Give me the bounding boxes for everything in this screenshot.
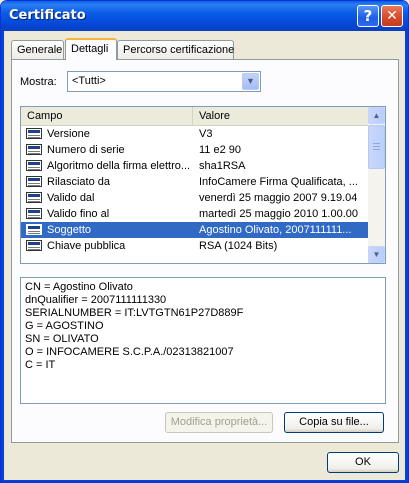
certificate-field-icon [26,240,42,251]
field-name: Valido dal [47,192,95,204]
close-button[interactable]: ✕ [381,5,403,27]
table-row[interactable]: Numero di serie 11 e2 90 [21,142,368,158]
listview-header: Campo Valore [21,107,368,126]
details-line: CN = Agostino Olivato [25,281,133,293]
details-line: C = IT [25,359,56,371]
field-value: martedì 25 maggio 2010 1.00.00 [199,208,359,220]
field-details-text[interactable]: CN = Agostino Olivato dnQualifier = 20071… [20,277,386,404]
column-header-campo[interactable]: Campo [21,107,193,125]
certificate-field-icon [26,176,42,187]
window-frame-right [405,31,408,482]
table-row[interactable]: Valido dal venerdì 25 maggio 2007 9.19.04 [21,190,368,206]
certificate-field-icon [26,224,42,235]
details-line: SERIALNUMBER = IT:LVTGTN61P27D889F [25,307,244,319]
filter-selected-value: <Tutti> [72,75,106,87]
window-frame-left [1,31,4,482]
field-value: venerdì 25 maggio 2007 9.19.04 [199,192,358,204]
certificate-field-icon [26,192,42,203]
chevron-down-icon[interactable]: ▼ [242,73,259,90]
tab-dettagli[interactable]: Dettagli [65,38,117,60]
table-row[interactable]: Versione V3 [21,126,368,142]
title-bar[interactable]: Certificato ? ✕ [1,1,408,31]
certificate-field-icon [26,144,42,155]
field-name: Valido fino al [47,208,110,220]
field-value: Agostino Olivato, 2007111111... [199,224,352,236]
scroll-thumb-grip [373,149,380,150]
certificate-field-icon [26,208,42,219]
filter-select[interactable]: <Tutti> ▼ [67,71,261,92]
listview-scrollbar[interactable]: ▲ ▼ [368,107,385,263]
field-value: sha1RSA [199,160,246,172]
ok-button[interactable]: OK [327,452,399,473]
field-name: Rilasciato da [47,176,110,188]
tab-percorso-certificazione[interactable]: Percorso certificazione [117,40,234,59]
scroll-thumb[interactable] [368,125,385,169]
details-line: O = INFOCAMERE S.C.P.A./02313821007 [25,346,234,358]
certificate-dialog: Certificato ? ✕ Generale Dettagli Percor… [0,0,409,483]
scroll-up-button[interactable]: ▲ [368,107,385,124]
field-value: InfoCamere Firma Qualificata, ... [199,176,358,188]
field-value: V3 [199,128,213,140]
help-icon: ? [363,7,373,25]
table-row[interactable]: Soggetto Agostino Olivato, 2007111111... [21,222,368,238]
table-row[interactable]: Chiave pubblica RSA (1024 Bits) [21,238,368,254]
table-row[interactable]: Algoritmo della firma elettro... sha1RSA [21,158,368,174]
field-value: RSA (1024 Bits) [199,240,278,252]
filter-label: Mostra: [20,76,57,88]
column-header-valore[interactable]: Valore [193,107,368,125]
scroll-down-button[interactable]: ▼ [368,246,385,263]
fields-listview[interactable]: Campo Valore Versione V3 Numero di serie 11… [20,106,386,264]
scroll-thumb-grip [373,143,380,144]
copy-to-file-button[interactable]: Copia su file... [284,412,384,433]
field-name: Versione [47,128,90,140]
details-line: G = AGOSTINO [25,320,104,332]
details-line: dnQualifier = 2007111111330 [25,294,167,306]
table-row[interactable]: Valido fino al martedì 25 maggio 2010 1.0… [21,206,368,222]
certificate-field-icon [26,128,42,139]
field-name: Soggetto [47,224,92,236]
field-name: Algoritmo della firma elettro... [47,160,191,172]
table-row[interactable]: Rilasciato da InfoCamere Firma Qualificat… [21,174,368,190]
window-title: Certificato [9,8,86,23]
help-button[interactable]: ? [357,5,379,27]
certificate-field-icon [26,160,42,171]
field-name: Chiave pubblica [47,240,126,252]
close-icon: ✕ [386,8,398,24]
tab-generale[interactable]: Generale [11,40,64,59]
field-name: Numero di serie [47,144,125,156]
field-value: 11 e2 90 [199,144,242,156]
details-line: SN = OLIVATO [25,333,99,345]
edit-properties-button[interactable]: Modifica proprietà... [165,412,273,433]
scroll-thumb-grip [373,146,380,147]
